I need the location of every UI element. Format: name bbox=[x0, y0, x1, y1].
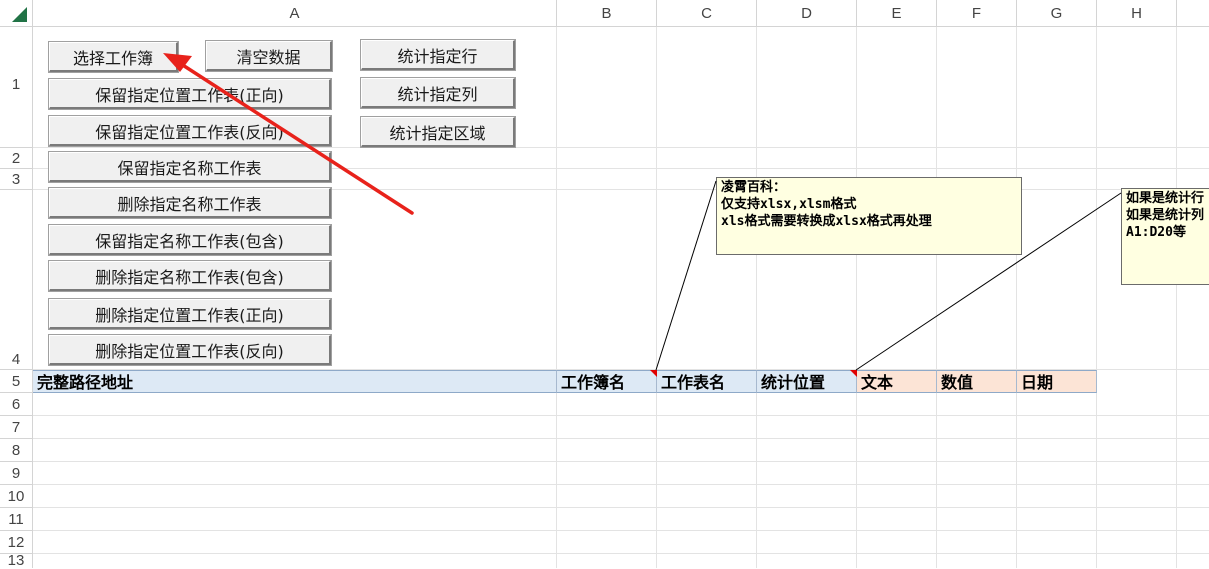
gridline bbox=[33, 415, 1209, 416]
gridline bbox=[1176, 27, 1177, 568]
row-header-3[interactable]: 3 bbox=[0, 169, 33, 190]
gridline bbox=[656, 27, 657, 568]
keep-sheets-by-name-contains-button[interactable]: 保留指定名称工作表(包含) bbox=[49, 225, 331, 255]
gridline bbox=[856, 27, 857, 568]
row-header-7[interactable]: 7 bbox=[0, 416, 33, 439]
count-specified-range-button[interactable]: 统计指定区域 bbox=[361, 117, 515, 147]
column-header-d[interactable]: D bbox=[757, 0, 857, 27]
delete-sheets-by-position-forward-button[interactable]: 删除指定位置工作表(正向) bbox=[49, 299, 331, 329]
cell-g5-date[interactable]: 日期 bbox=[1017, 370, 1097, 393]
column-header-c[interactable]: C bbox=[657, 0, 757, 27]
gridline bbox=[33, 507, 1209, 508]
select-workbook-button[interactable]: 选择工作簿 bbox=[49, 42, 178, 72]
gridline bbox=[1096, 27, 1097, 568]
row-header-5[interactable]: 5 bbox=[0, 370, 33, 393]
delete-sheets-by-name-button[interactable]: 删除指定名称工作表 bbox=[49, 188, 331, 218]
keep-sheets-by-position-forward-button[interactable]: 保留指定位置工作表(正向) bbox=[49, 79, 331, 109]
comment-indicator-icon bbox=[650, 370, 657, 377]
gridline bbox=[33, 461, 1209, 462]
gridline bbox=[936, 27, 937, 568]
column-header-f[interactable]: F bbox=[937, 0, 1017, 27]
row-header-1[interactable]: 1 bbox=[0, 27, 33, 148]
gridline bbox=[556, 27, 557, 568]
gridline bbox=[1016, 27, 1017, 568]
column-header-a[interactable]: A bbox=[33, 0, 557, 27]
count-specified-rows-button[interactable]: 统计指定行 bbox=[361, 40, 515, 70]
row-header-2[interactable]: 2 bbox=[0, 148, 33, 169]
keep-sheets-by-position-reverse-button[interactable]: 保留指定位置工作表(反向) bbox=[49, 116, 331, 146]
column-header-g[interactable]: G bbox=[1017, 0, 1097, 27]
gridline bbox=[33, 438, 1209, 439]
keep-sheets-by-name-button[interactable]: 保留指定名称工作表 bbox=[49, 152, 331, 182]
clear-data-button[interactable]: 清空数据 bbox=[206, 41, 332, 71]
gridline bbox=[33, 530, 1209, 531]
row-header-13[interactable]: 13 bbox=[0, 553, 33, 568]
column-header-b[interactable]: B bbox=[557, 0, 657, 27]
column-header-next[interactable] bbox=[1177, 0, 1209, 27]
row-header-11[interactable]: 11 bbox=[0, 508, 33, 531]
gridline bbox=[756, 27, 757, 568]
select-all-corner[interactable] bbox=[0, 0, 33, 27]
row-header-12[interactable]: 12 bbox=[0, 531, 33, 554]
gridline bbox=[33, 553, 1209, 554]
row-header-10[interactable]: 10 bbox=[0, 485, 33, 508]
gridline bbox=[33, 484, 1209, 485]
row-header-9[interactable]: 9 bbox=[0, 462, 33, 485]
cell-e5-text[interactable]: 文本 bbox=[857, 370, 937, 393]
comment-indicator-icon bbox=[850, 370, 857, 377]
count-specified-columns-button[interactable]: 统计指定列 bbox=[361, 78, 515, 108]
cell-b5-workbook-name[interactable]: 工作簿名 bbox=[557, 370, 657, 393]
column-header-h[interactable]: H bbox=[1097, 0, 1177, 27]
row-header-4[interactable]: 4 bbox=[0, 190, 33, 370]
row-header-6[interactable]: 6 bbox=[0, 393, 33, 416]
cell-f5-number[interactable]: 数值 bbox=[937, 370, 1017, 393]
position-note-comment: 如果是统计行 如果是统计列 A1:D20等 bbox=[1121, 188, 1209, 285]
format-note-comment: 凌霄百科： 仅支持xlsx,xlsm格式 xls格式需要转换成xlsx格式再处理 bbox=[716, 177, 1022, 255]
spreadsheet: A B C D E F G H 1 2 3 4 5 6 7 8 9 10 11 … bbox=[0, 0, 1209, 568]
cell-c5-worksheet-name[interactable]: 工作表名 bbox=[657, 370, 757, 393]
delete-sheets-by-position-reverse-button[interactable]: 删除指定位置工作表(反向) bbox=[49, 335, 331, 365]
row-header-8[interactable]: 8 bbox=[0, 439, 33, 462]
column-header-e[interactable]: E bbox=[857, 0, 937, 27]
gridline bbox=[33, 147, 1209, 148]
cell-d5-stat-position[interactable]: 统计位置 bbox=[757, 370, 857, 393]
cell-a5-full-path[interactable]: 完整路径地址 bbox=[33, 370, 557, 393]
select-all-triangle-icon bbox=[12, 7, 27, 22]
delete-sheets-by-name-contains-button[interactable]: 删除指定名称工作表(包含) bbox=[49, 261, 331, 291]
